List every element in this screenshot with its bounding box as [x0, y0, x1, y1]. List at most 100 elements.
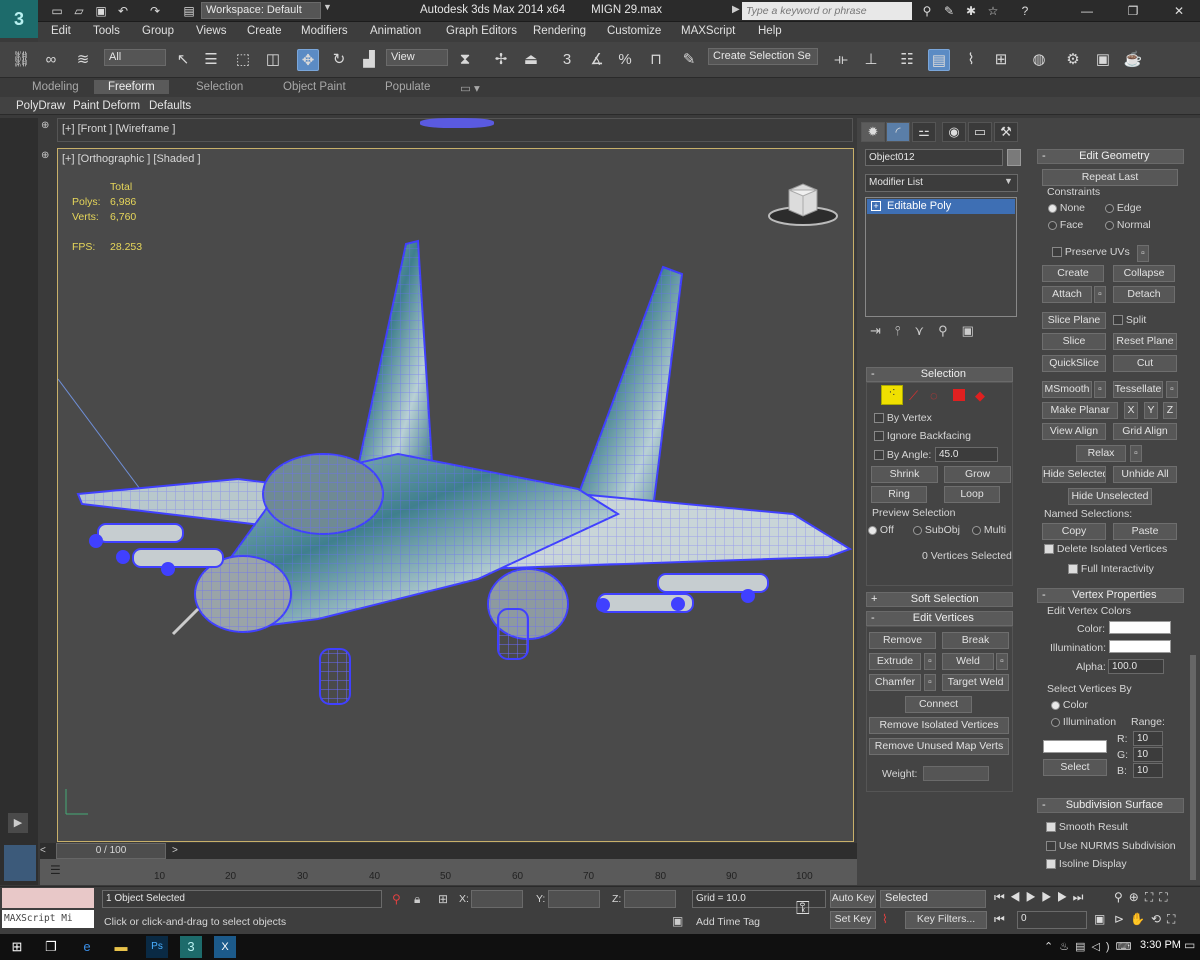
smooth-result-checkbox[interactable]: Smooth Result [1046, 821, 1128, 833]
open-file-icon[interactable]: ▱ [70, 3, 88, 19]
rendered-frame-window-icon[interactable]: ▣ [1092, 49, 1114, 71]
vertex-color-swatch[interactable] [1109, 621, 1171, 634]
msmooth-button[interactable]: MSmooth [1042, 381, 1092, 398]
spinner-snap-icon[interactable]: ⊓ [645, 49, 667, 71]
graphite-modeling-tools-icon[interactable]: ▤ [928, 49, 950, 71]
render-production-icon[interactable]: ☕ [1122, 49, 1144, 71]
chamfer-button[interactable]: Chamfer [869, 674, 921, 691]
select-and-rotate-icon[interactable]: ↻ [328, 49, 350, 71]
maxscript-listener-top[interactable] [2, 888, 94, 908]
make-planar-y-button[interactable]: Y [1144, 402, 1158, 419]
select-color-swatch[interactable] [1043, 740, 1107, 753]
command-panel-scrollbar[interactable] [1190, 655, 1196, 880]
polygon-level-icon[interactable] [953, 389, 965, 401]
collapse-button[interactable]: Collapse [1113, 265, 1175, 282]
menu-customize[interactable]: Customize [607, 25, 661, 37]
grid-align-button[interactable]: Grid Align [1113, 423, 1177, 440]
reset-plane-button[interactable]: Reset Plane [1113, 333, 1177, 350]
set-key-button[interactable]: Set Key [830, 911, 876, 929]
app-taskbar-icon[interactable]: X [214, 936, 236, 958]
chamfer-settings-icon[interactable]: ▫ [924, 674, 936, 691]
y-coord-field[interactable] [548, 890, 600, 908]
illumination-color-swatch[interactable] [1109, 640, 1171, 653]
slice-button[interactable]: Slice [1042, 333, 1106, 350]
viewport-pin-icon[interactable]: ⊕ [41, 120, 51, 136]
key-mode-toggle-icon[interactable]: ⏮ [994, 912, 1005, 927]
select-by-illumination-radio[interactable]: Illumination [1051, 716, 1116, 728]
edge-level-icon[interactable]: ⟋ [909, 388, 918, 404]
panel-defaults[interactable]: Defaults [149, 100, 191, 112]
named-selection-sets-dropdown[interactable]: Create Selection Se [708, 48, 818, 65]
make-planar-button[interactable]: Make Planar [1042, 402, 1118, 419]
delete-isolated-vertices-checkbox[interactable]: Delete Isolated Vertices [1044, 543, 1167, 555]
rollout-selection-header[interactable]: - Selection [866, 367, 1013, 382]
3dsmax-taskbar-icon[interactable]: 3 [180, 936, 202, 958]
hide-selected-button[interactable]: Hide Selected [1042, 466, 1106, 483]
connect-button[interactable]: Connect [905, 696, 972, 713]
range-b-field[interactable]: 10 [1133, 763, 1163, 778]
constraint-edge-radio[interactable]: Edge [1105, 202, 1141, 214]
preview-subobj-radio[interactable]: SubObj [913, 524, 960, 536]
border-level-icon[interactable]: ◌ [930, 388, 938, 403]
rollout-edit-geometry-header[interactable]: - Edit Geometry [1037, 149, 1184, 164]
copy-button[interactable]: Copy [1042, 523, 1106, 540]
exchange-icon[interactable]: ✱ [962, 3, 980, 19]
paste-button[interactable]: Paste [1113, 523, 1177, 540]
relax-button[interactable]: Relax [1076, 445, 1126, 462]
app-logo-icon[interactable]: 3 [0, 0, 38, 38]
percent-snap-icon[interactable]: % [614, 49, 636, 71]
panel-paint-deform[interactable]: Paint Deform [73, 100, 140, 112]
tab-freeform[interactable]: Freeform [94, 80, 169, 94]
preserve-uvs-settings-icon[interactable]: ▫ [1137, 245, 1149, 262]
preserve-uvs-checkbox[interactable]: Preserve UVs [1052, 246, 1130, 258]
detach-button[interactable]: Detach [1113, 286, 1175, 303]
binoculars-icon[interactable]: ⚲ [918, 3, 936, 19]
workspace-dropdown[interactable]: Workspace: Default [201, 2, 321, 19]
weight-field[interactable] [923, 766, 989, 781]
range-g-field[interactable]: 10 [1133, 747, 1163, 762]
notifications-icon[interactable]: ▭ [1184, 938, 1195, 952]
utilities-tab-icon[interactable]: ⚒ [994, 122, 1018, 142]
help-icon[interactable]: ? [1016, 3, 1034, 19]
track-bar-menu-icon[interactable]: ☰ [50, 863, 61, 877]
constraint-normal-radio[interactable]: Normal [1105, 219, 1151, 231]
attach-settings-icon[interactable]: ▫ [1094, 286, 1106, 303]
key-filters-button[interactable]: Key Filters... [905, 911, 987, 929]
menu-create[interactable]: Create [247, 25, 282, 37]
isoline-display-checkbox[interactable]: Isoline Display [1046, 858, 1127, 870]
restore-icon[interactable]: ❐ [1124, 3, 1142, 19]
menu-edit[interactable]: Edit [51, 25, 71, 37]
quickslice-button[interactable]: QuickSlice [1042, 355, 1106, 372]
key-mode-dropdown[interactable]: Selected [880, 890, 986, 908]
project-folder-icon[interactable]: ▤ [180, 3, 198, 19]
ring-button[interactable]: Ring [871, 486, 927, 503]
set-key-mode-icon[interactable]: ⚿ [796, 898, 810, 919]
vertex-level-icon[interactable]: ·: [881, 385, 903, 405]
communication-icon[interactable]: ✎ [940, 3, 958, 19]
playback-controls-icons[interactable]: ⏮◀▶▶▶⏭ [994, 890, 1088, 905]
rollout-subdivision-header[interactable]: - Subdivision Surface [1037, 798, 1184, 813]
mirror-icon[interactable]: ⟛ [830, 49, 852, 71]
time-tag-icon[interactable]: ▣ [672, 914, 683, 928]
remove-unused-map-verts-button[interactable]: Remove Unused Map Verts [869, 738, 1009, 755]
tab-selection[interactable]: Selection [196, 81, 243, 93]
reference-coordinate-dropdown[interactable]: View [386, 49, 448, 66]
menu-help[interactable]: Help [758, 25, 782, 37]
select-by-color-radio[interactable]: Color [1051, 699, 1088, 711]
menu-modifiers[interactable]: Modifiers [301, 25, 348, 37]
rollout-edit-vertices-header[interactable]: - Edit Vertices [866, 611, 1013, 626]
menu-views[interactable]: Views [196, 25, 226, 37]
angle-field[interactable]: 45.0 [935, 447, 998, 462]
select-button[interactable]: Select [1043, 759, 1107, 776]
make-planar-x-button[interactable]: X [1124, 402, 1138, 419]
jet-model-wireframe[interactable] [58, 149, 853, 841]
create-button[interactable]: Create [1042, 265, 1104, 282]
menu-graph-editors[interactable]: Graph Editors [446, 25, 517, 37]
rectangular-selection-icon[interactable]: ⬚ [232, 49, 254, 71]
tessellate-settings-icon[interactable]: ▫ [1166, 381, 1178, 398]
target-weld-button[interactable]: Target Weld [942, 674, 1009, 691]
select-and-scale-icon[interactable]: ▟ [358, 49, 380, 71]
preview-multi-radio[interactable]: Multi [972, 524, 1006, 536]
render-setup-icon[interactable]: ⚙ [1062, 49, 1084, 71]
search-expand-icon[interactable]: ▶ [732, 4, 740, 15]
